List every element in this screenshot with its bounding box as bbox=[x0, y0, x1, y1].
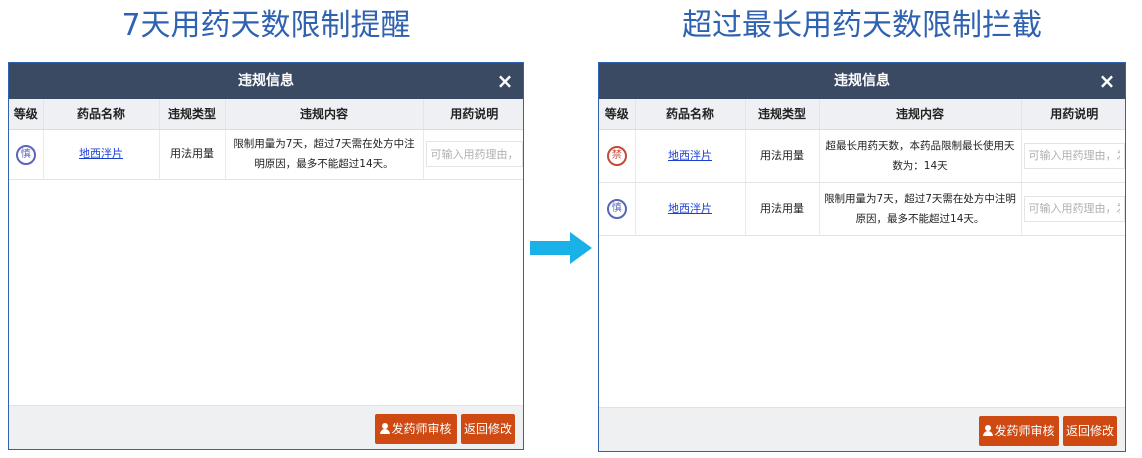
back-modify-button[interactable]: 返回修改 bbox=[1063, 416, 1117, 446]
violation-content: 限制用量为7天，超过7天需在处方中注明原因，最多不能超过14天。 bbox=[225, 129, 424, 180]
table-header-row: 等级 药品名称 违规类型 违规内容 用药说明 bbox=[599, 99, 1125, 130]
drug-link[interactable]: 地西泮片 bbox=[668, 149, 712, 162]
col-header-type: 违规类型 bbox=[159, 99, 226, 130]
violation-table: 等级 药品名称 违规类型 违规内容 用药说明 慎 地西泮片 用法用量 限制用量为… bbox=[9, 99, 523, 180]
caption-right: 超过最长用药天数限制拦截 bbox=[682, 8, 1042, 43]
close-icon[interactable]: × bbox=[495, 71, 515, 91]
audit-button-label: 发药师审核 bbox=[994, 424, 1055, 438]
dialog-title: 违规信息 bbox=[834, 73, 890, 89]
back-modify-button[interactable]: 返回修改 bbox=[461, 414, 515, 444]
table-header-row: 等级 药品名称 违规类型 违规内容 用药说明 bbox=[9, 99, 523, 130]
arrow-shape bbox=[530, 232, 592, 264]
violation-dialog-left: 违规信息 × 等级 药品名称 违规类型 违规内容 用药说明 慎 地西泮片 用法用… bbox=[8, 62, 524, 450]
table-row: 慎 地西泮片 用法用量 限制用量为7天，超过7天需在处方中注明原因，最多不能超过… bbox=[9, 129, 523, 180]
col-header-type: 违规类型 bbox=[745, 99, 820, 130]
dialog-header: 违规信息 × bbox=[9, 63, 523, 99]
arrow-right-icon bbox=[530, 232, 592, 264]
level-caution-icon: 慎 bbox=[606, 199, 627, 219]
col-header-drug: 药品名称 bbox=[635, 99, 746, 130]
dialog-footer: 发药师审核 返回修改 bbox=[599, 407, 1125, 451]
violation-content: 超最长用药天数，本药品限制最长使用天数为：14天 bbox=[819, 129, 1022, 183]
col-header-drug: 药品名称 bbox=[43, 99, 160, 130]
col-header-level: 等级 bbox=[599, 99, 636, 130]
col-header-content: 违规内容 bbox=[225, 99, 424, 130]
col-header-note: 用药说明 bbox=[423, 99, 523, 130]
reason-input[interactable] bbox=[1023, 195, 1125, 222]
violation-dialog-right: 违规信息 × 等级 药品名称 违规类型 违规内容 用药说明 禁 地西泮片 用法用… bbox=[598, 62, 1126, 452]
table-row: 禁 地西泮片 用法用量 超最长用药天数，本药品限制最长使用天数为：14天 bbox=[599, 129, 1125, 183]
user-icon bbox=[380, 423, 391, 434]
user-icon bbox=[983, 425, 994, 436]
col-header-level: 等级 bbox=[9, 99, 44, 130]
reason-input[interactable] bbox=[425, 141, 523, 167]
dialog-title: 违规信息 bbox=[238, 73, 294, 89]
level-caution-icon: 慎 bbox=[15, 144, 36, 165]
pharmacist-audit-button[interactable]: 发药师审核 bbox=[375, 414, 457, 444]
violation-type: 用法用量 bbox=[159, 129, 226, 180]
violation-type: 用法用量 bbox=[745, 182, 820, 236]
pharmacist-audit-button[interactable]: 发药师审核 bbox=[979, 416, 1059, 446]
violation-content: 限制用量为7天，超过7天需在处方中注明原因，最多不能超过14天。 bbox=[819, 182, 1022, 236]
close-icon[interactable]: × bbox=[1097, 71, 1117, 91]
violation-type: 用法用量 bbox=[745, 129, 820, 183]
violation-table: 等级 药品名称 违规类型 违规内容 用药说明 禁 地西泮片 用法用量 超最长用药… bbox=[599, 99, 1125, 236]
level-forbidden-icon: 禁 bbox=[606, 146, 627, 166]
dialog-footer: 发药师审核 返回修改 bbox=[9, 405, 523, 449]
audit-button-label: 发药师审核 bbox=[391, 422, 452, 436]
dialog-header: 违规信息 × bbox=[599, 63, 1125, 99]
drug-link[interactable]: 地西泮片 bbox=[668, 202, 712, 215]
caption-left: 7天用药天数限制提醒 bbox=[121, 8, 411, 43]
col-header-note: 用药说明 bbox=[1021, 99, 1125, 130]
drug-link[interactable]: 地西泮片 bbox=[79, 147, 123, 160]
col-header-content: 违规内容 bbox=[819, 99, 1022, 130]
table-row: 慎 地西泮片 用法用量 限制用量为7天，超过7天需在处方中注明原因，最多不能超过… bbox=[599, 182, 1125, 236]
reason-input[interactable] bbox=[1023, 142, 1125, 169]
